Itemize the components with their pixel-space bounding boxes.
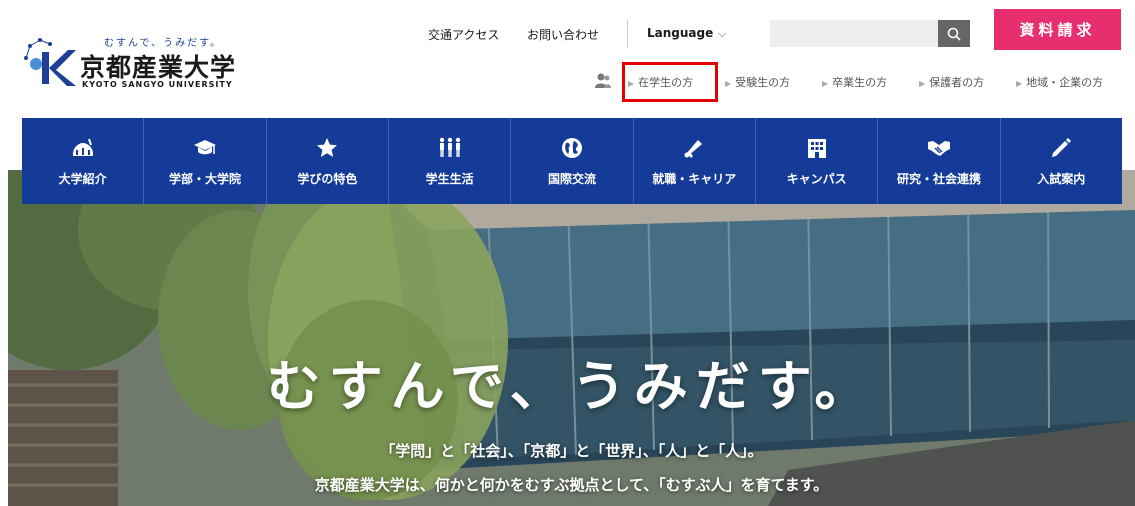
nav-label: 大学紹介 xyxy=(58,172,107,186)
nav-label: 国際交流 xyxy=(547,172,596,186)
building-dome-icon xyxy=(72,138,93,156)
language-button[interactable]: Language xyxy=(647,26,713,40)
audience-link-community[interactable]: ▶ 地域・企業の方 xyxy=(1016,74,1103,90)
nav-item-admissions[interactable]: 入試案内 xyxy=(1001,118,1122,204)
nav-item-faculties[interactable]: 学部・大学院 xyxy=(144,118,267,204)
nav-label: 就職・キャリア xyxy=(652,172,737,186)
logo-mark-icon xyxy=(24,38,76,86)
nav-label: キャンパス xyxy=(786,172,847,186)
triangle-right-icon: ▶ xyxy=(1016,79,1023,88)
globe-icon xyxy=(561,138,582,158)
hero-banner: むすんで、うみだす。 「学問」と「社会」、「京都」と「世界」、「人」と「人」。 … xyxy=(8,170,1135,506)
nav-item-about[interactable]: 大学紹介 xyxy=(22,118,145,204)
hero-subtext-2: 京都産業大学は、何かと何かをむすぶ拠点として、「むすぶ人」を育てます。 xyxy=(314,476,829,494)
audience-label: 地域・企業の方 xyxy=(1026,76,1104,89)
megaphone-icon xyxy=(684,140,703,158)
nav-item-features[interactable]: 学びの特色 xyxy=(267,118,389,204)
nav-item-campus-life[interactable]: 学生生活 xyxy=(389,118,512,204)
person-icon xyxy=(595,73,611,88)
graduation-cap-icon xyxy=(193,140,216,155)
chevron-down-icon[interactable]: ⌵ xyxy=(718,27,726,41)
page: むすんで、うみだす。 「学問」と「社会」、「京都」と「世界」、「人」と「人」。 … xyxy=(0,0,1135,506)
triangle-right-icon: ▶ xyxy=(919,79,926,88)
search-input[interactable] xyxy=(770,20,938,47)
hero-catchphrase: むすんで、うみだす。 xyxy=(266,355,877,418)
audience-link-applicants[interactable]: ▶ 受験生の方 xyxy=(725,74,790,90)
nav-label: 学びの特色 xyxy=(297,172,358,186)
site-header: むすんで、うみだす。 京都産業大学 KYOTO SANGYO UNIVERSIT… xyxy=(0,0,1135,118)
handshake-icon xyxy=(927,141,950,156)
logo-name: 京都産業大学 xyxy=(80,53,237,82)
hero-subtext-1: 「学問」と「社会」、「京都」と「世界」、「人」と「人」。 xyxy=(380,442,763,460)
global-nav: 大学紹介 学部・大学院 学びの特色 学生生活 国際交流 就職・キャリア キャンパ… xyxy=(22,118,1122,204)
university-logo[interactable]: むすんで、うみだす。 京都産業大学 KYOTO SANGYO UNIVERSIT… xyxy=(22,30,252,92)
nav-label: 学部・大学院 xyxy=(168,172,241,186)
nav-label: 学生生活 xyxy=(425,172,474,186)
access-link[interactable]: 交通アクセス xyxy=(428,26,499,43)
audience-label: 保護者の方 xyxy=(929,76,985,89)
nav-label: 入試案内 xyxy=(1037,172,1086,186)
search-button[interactable] xyxy=(938,20,970,47)
nav-item-career[interactable]: 就職・キャリア xyxy=(634,118,756,204)
request-materials-button[interactable]: 資料請求 xyxy=(994,9,1121,50)
nav-item-international[interactable]: 国際交流 xyxy=(511,118,634,204)
logo-name-en: KYOTO SANGYO UNIVERSITY xyxy=(82,80,233,89)
nav-item-research[interactable]: 研究・社会連携 xyxy=(878,118,1001,204)
logo-tagline: むすんで、うみだす。 xyxy=(104,38,223,49)
triangle-right-icon: ▶ xyxy=(822,79,829,88)
nav-item-campus[interactable]: キャンパス xyxy=(756,118,879,204)
audience-label: 卒業生の方 xyxy=(832,76,888,89)
contact-link[interactable]: お問い合わせ xyxy=(527,26,599,43)
divider xyxy=(627,20,628,48)
pencil-icon xyxy=(1052,138,1072,157)
audience-label: 受験生の方 xyxy=(735,76,791,89)
audience-link-parents[interactable]: ▶ 保護者の方 xyxy=(919,74,984,90)
search-icon xyxy=(947,27,961,41)
triangle-right-icon: ▶ xyxy=(725,79,732,88)
nav-label: 研究・社会連携 xyxy=(896,172,981,186)
people-icon xyxy=(439,137,460,157)
highlight-annotation xyxy=(622,62,718,102)
star-icon xyxy=(317,138,338,157)
audience-link-alumni[interactable]: ▶ 卒業生の方 xyxy=(822,74,887,90)
campus-building-icon xyxy=(807,139,826,158)
